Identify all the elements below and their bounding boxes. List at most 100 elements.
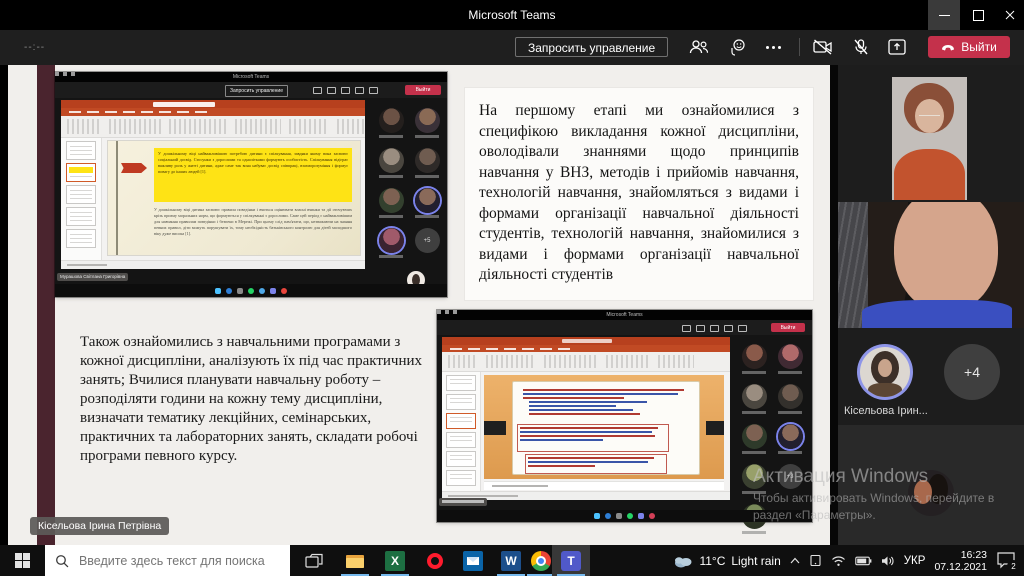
self-video-bubble[interactable] xyxy=(908,470,954,516)
mini-ppt-notes xyxy=(484,481,724,490)
taskbar-app-excel[interactable]: X xyxy=(376,545,414,576)
restore-button[interactable] xyxy=(962,0,994,30)
tray-expand-button[interactable] xyxy=(790,557,800,564)
request-control-button[interactable]: Запросить управление xyxy=(515,37,668,57)
taskbar-app-teams[interactable]: T xyxy=(552,545,590,576)
tray-device-button[interactable] xyxy=(809,554,822,567)
embedded-screenshot-1: Microsoft Teams Запросить управление Вый… xyxy=(55,72,447,297)
task-view-icon xyxy=(305,553,323,569)
mini-slide-thumb-selected xyxy=(66,163,96,182)
mini-powerpoint-window: У дошкільному віці найважливішою потребо… xyxy=(61,100,365,268)
people-icon xyxy=(689,39,709,55)
mini-leave-button: Выйти xyxy=(405,85,441,95)
mini-slide-canvas xyxy=(484,375,724,479)
participant-name-label: Кісельова Ірин... xyxy=(844,405,928,417)
camera-off-button[interactable] xyxy=(810,35,836,59)
weather-desc: Light rain xyxy=(731,554,780,568)
minimize-button[interactable] xyxy=(928,0,960,30)
more-icon xyxy=(766,46,781,49)
reactions-button[interactable] xyxy=(724,35,750,59)
notification-center-button[interactable]: 2 xyxy=(996,551,1018,571)
participants-button[interactable] xyxy=(686,35,712,59)
battery-icon xyxy=(855,556,872,566)
search-icon xyxy=(55,554,69,568)
mic-off-button[interactable] xyxy=(848,35,874,59)
mini-participants-grid: +3 xyxy=(740,344,804,534)
mini-participants-grid: +5 xyxy=(377,108,441,258)
reaction-hand-icon xyxy=(728,38,746,56)
mini-taskbar xyxy=(437,510,812,522)
mini-control-bar: Выйти xyxy=(437,320,812,335)
mini-slide-canvas: У дошкільному віці найважливішою потребо… xyxy=(107,140,361,256)
taskbar-app-explorer[interactable] xyxy=(336,545,374,576)
clock-date: 07.12.2021 xyxy=(934,561,987,573)
opera-icon xyxy=(425,551,445,571)
video-person-scarf xyxy=(894,149,965,200)
video-tile-participant-1[interactable] xyxy=(892,77,967,200)
mini-slide-thumb xyxy=(446,432,476,448)
mini-control-icons xyxy=(682,325,747,332)
mini-slide-thumb xyxy=(66,229,96,248)
mini-participant xyxy=(742,384,767,414)
mini-presenter-nametag: Мурашова Світлана Григорівна xyxy=(57,273,128,281)
search-input[interactable] xyxy=(77,553,280,569)
file-explorer-icon xyxy=(345,551,365,571)
task-view-button[interactable] xyxy=(296,545,332,576)
video-person-glasses xyxy=(919,115,940,116)
tablet-icon xyxy=(809,554,822,567)
clock[interactable]: 16:23 07.12.2021 xyxy=(934,549,987,573)
tray-network-button[interactable] xyxy=(831,555,846,567)
mini-ppt-titlebar xyxy=(61,100,365,108)
slide-black-tab-right xyxy=(706,421,724,435)
mini-ppt-thumbnails xyxy=(442,372,481,491)
teams-icon: T xyxy=(561,551,581,571)
video-tile-participant-2[interactable] xyxy=(838,202,1024,328)
window-titlebar: Microsoft Teams xyxy=(0,0,1024,30)
tray-volume-button[interactable] xyxy=(881,555,895,567)
taskbar-app-opera[interactable] xyxy=(416,545,454,576)
language-indicator[interactable]: УКР xyxy=(904,555,926,567)
mini-participant xyxy=(379,188,404,218)
participant-avatar[interactable] xyxy=(860,347,910,397)
slide-black-tab-left xyxy=(484,421,506,435)
overflow-participants-badge[interactable]: +4 xyxy=(944,344,1000,400)
mini-ppt-titlebar xyxy=(442,337,730,345)
mini-participant xyxy=(742,424,767,454)
bubble-person xyxy=(914,480,932,504)
embedded-screenshot-2: Microsoft Teams Выйти xyxy=(437,310,812,522)
mini-slide-thumb xyxy=(446,451,476,467)
weather-widget[interactable]: 11°C Light rain xyxy=(673,554,780,568)
mini-window-title: Microsoft Teams xyxy=(437,310,812,320)
mini-ppt-ribbon xyxy=(442,352,730,372)
weather-temp: 11°C xyxy=(699,554,725,568)
mini-slide-thumb xyxy=(66,141,96,160)
presenter-nametag: Кісельова Ірина Петрівна xyxy=(30,517,169,535)
taskbar-app-outlook[interactable] xyxy=(454,545,492,576)
slide-textbox-3 xyxy=(525,454,667,474)
controls-divider xyxy=(799,38,800,56)
slide-text-block-left: Також ознайомились з навчальними програм… xyxy=(80,333,432,466)
taskbar-search[interactable] xyxy=(45,545,290,576)
slide-white-box xyxy=(512,381,700,475)
mini-participant xyxy=(379,228,404,258)
tray-battery-button[interactable] xyxy=(855,556,872,566)
chrome-icon xyxy=(531,551,551,571)
cloud-icon xyxy=(673,554,693,568)
close-button[interactable] xyxy=(994,0,1024,30)
more-actions-button[interactable] xyxy=(760,35,786,59)
mini-slide-thumb-selected xyxy=(446,413,476,429)
panel-divider xyxy=(830,65,838,545)
start-button[interactable] xyxy=(0,545,45,576)
mini-window-title: Microsoft Teams xyxy=(55,72,447,82)
slide-text-panel-right: На першому етапі ми ознайомилися з специ… xyxy=(465,88,813,300)
mini-participant xyxy=(742,344,767,374)
share-screen-button[interactable] xyxy=(884,35,910,59)
mini-taskbar xyxy=(55,284,447,297)
video-person-face xyxy=(894,202,998,312)
leave-button[interactable]: Выйти xyxy=(928,36,1010,58)
mini-participant xyxy=(379,148,404,178)
mini-control-icons xyxy=(313,87,378,94)
mini-participant xyxy=(778,424,803,454)
slide-textbox-1 xyxy=(521,387,689,417)
mini-slide-thumb xyxy=(66,207,96,226)
